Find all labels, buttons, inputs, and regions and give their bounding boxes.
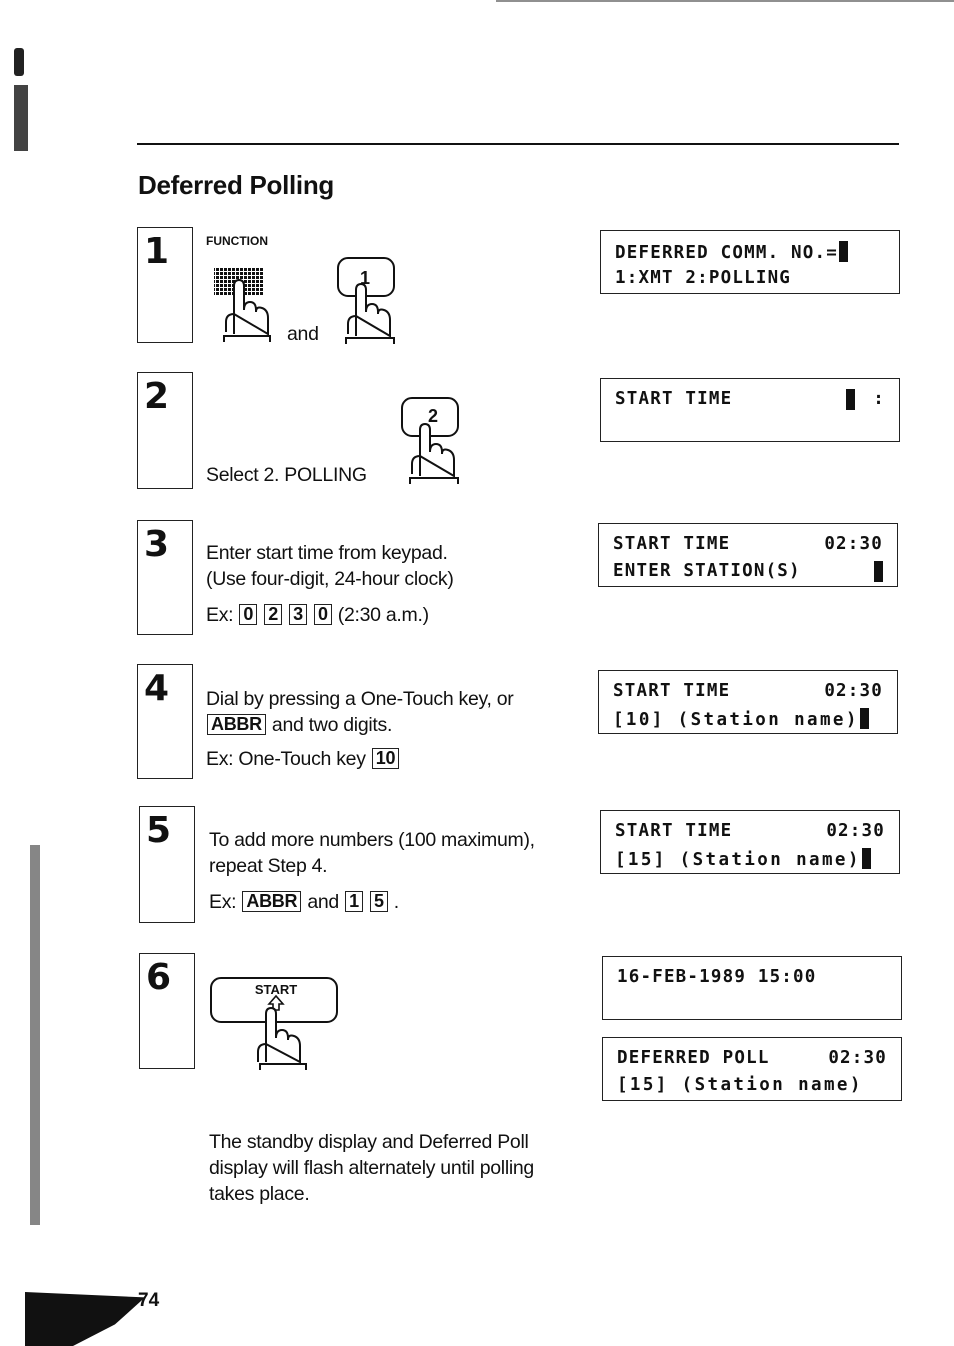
display-line-2: ENTER STATION(S) xyxy=(613,561,801,581)
step-number: 4 xyxy=(144,668,170,709)
step-number: 6 xyxy=(146,957,172,998)
page-corner-tab xyxy=(25,1292,145,1346)
display-standby: 16-FEB-1989 15:00 xyxy=(602,956,902,1020)
cursor-block xyxy=(838,241,848,262)
step-number: 1 xyxy=(144,231,170,272)
keypad-key: 2 xyxy=(264,604,282,625)
step-5-text: To add more numbers (100 maximum), repea… xyxy=(209,827,535,915)
start-key-press-icon: START xyxy=(210,977,338,1070)
display-time: 02:30 xyxy=(824,681,883,701)
page-number: 74 xyxy=(138,1290,160,1311)
one-touch-key: 10 xyxy=(371,748,400,769)
display-step-5: START TIME 02:30 [15] (Station name) xyxy=(600,810,900,874)
keypad-key: 0 xyxy=(239,604,258,625)
step-5-example: Ex: ABBR and 1 5 . xyxy=(209,889,535,915)
scan-edge-mark xyxy=(30,845,40,1225)
start-key-label: START xyxy=(255,982,297,997)
step-3-example: Ex: 0 2 3 0 (2:30 a.m.) xyxy=(206,602,454,628)
example-suffix: (2:30 a.m.) xyxy=(337,604,429,626)
step-4-line-2-text: and two digits. xyxy=(271,714,393,736)
step-3-line-2: (Use four-digit, 24-hour clock) xyxy=(206,568,454,590)
step-6-note: The standby display and Deferred Poll di… xyxy=(209,1129,534,1207)
step-4-box: 4 xyxy=(137,664,193,779)
scan-edge-mark xyxy=(496,0,954,2)
cursor-block xyxy=(846,389,855,410)
abbr-key: ABBR xyxy=(242,891,302,912)
step-2-text: Select 2. POLLING xyxy=(206,464,367,486)
step-1-box: 1 xyxy=(137,227,193,343)
display-step-4: START TIME 02:30 [10] (Station name) xyxy=(598,670,898,734)
abbr-key: ABBR xyxy=(207,714,266,735)
display-step-1: DEFERRED COMM. NO.= 1:XMT 2:POLLING xyxy=(600,230,900,294)
display-line-2: 1:XMT 2:POLLING xyxy=(615,268,792,288)
keypad-key: 0 xyxy=(313,604,332,625)
step-number: 3 xyxy=(144,524,170,565)
note-line: takes place. xyxy=(209,1183,310,1205)
display-deferred-poll: DEFERRED POLL 02:30 [15] (Station name) xyxy=(602,1037,902,1101)
step-5-line-2: repeat Step 4. xyxy=(209,855,328,877)
display-line-2: [15] (Station name) xyxy=(617,1075,863,1095)
display-line-1: DEFERRED POLL xyxy=(617,1048,770,1068)
step-3-box: 3 xyxy=(137,520,193,635)
function-key-label: FUNCTION xyxy=(206,234,268,248)
cursor-block xyxy=(859,708,869,729)
step-3-text: Enter start time from keypad. (Use four-… xyxy=(206,540,454,628)
display-line-2: [10] (Station name) xyxy=(613,710,859,730)
display-line-1: START TIME xyxy=(613,681,731,701)
step-6-box: 6 xyxy=(139,953,195,1069)
cursor-block xyxy=(874,561,883,582)
keypad-key: 5 xyxy=(369,891,388,912)
page-title: Deferred Polling xyxy=(138,170,335,200)
step-4-line-2: ABBR and two digits. xyxy=(206,712,514,738)
display-line-1: 16-FEB-1989 15:00 xyxy=(617,967,817,987)
step-4-example: Ex: One-Touch key 10 xyxy=(206,746,514,772)
step-number: 2 xyxy=(144,376,170,417)
step-3-line-1: Enter start time from keypad. xyxy=(206,542,448,564)
display-step-3: START TIME 02:30 ENTER STATION(S) xyxy=(598,523,898,587)
and-text: and xyxy=(307,891,339,913)
step-number: 5 xyxy=(146,810,172,851)
key-2-label: 2 xyxy=(428,406,438,426)
keypad-key: 3 xyxy=(289,604,307,625)
step-4-text: Dial by pressing a One-Touch key, or ABB… xyxy=(206,686,514,772)
step-2-box: 2 xyxy=(137,372,193,489)
step-5-line-1: To add more numbers (100 maximum), xyxy=(209,829,535,851)
display-time: 02:30 xyxy=(828,1048,887,1068)
keypad-key: 1 xyxy=(345,891,363,912)
display-line-1: START TIME xyxy=(615,821,733,841)
display-time: 02:30 xyxy=(826,821,885,841)
step-4-line-1: Dial by pressing a One-Touch key, or xyxy=(206,688,514,710)
key-2-press-icon: 2 xyxy=(401,397,459,484)
display-step-2: START TIME : xyxy=(600,378,900,442)
note-line: The standby display and Deferred Poll xyxy=(209,1131,529,1153)
example-suffix: . xyxy=(393,891,399,913)
display-line-1: START TIME xyxy=(613,534,731,554)
scan-edge-mark xyxy=(14,85,28,151)
display-line-1: DEFERRED COMM. NO.= xyxy=(615,243,838,263)
key-1-press-icon: 1 xyxy=(337,257,395,344)
note-line: display will flash alternately until pol… xyxy=(209,1157,534,1179)
example-prefix: Ex: xyxy=(206,604,234,626)
display-line-2: [15] (Station name) xyxy=(615,850,861,870)
display-line-1: START TIME xyxy=(615,389,733,409)
display-time: 02:30 xyxy=(824,534,883,554)
scan-edge-mark xyxy=(14,48,24,76)
header-rule xyxy=(137,143,899,145)
example-prefix: Ex: xyxy=(209,891,237,913)
cursor-block xyxy=(861,848,871,869)
example-text: Ex: One-Touch key xyxy=(206,748,366,770)
display-colon: : xyxy=(873,389,885,409)
function-key-press-icon xyxy=(214,268,271,342)
and-text: and xyxy=(287,323,319,345)
step-5-box: 5 xyxy=(139,806,195,923)
